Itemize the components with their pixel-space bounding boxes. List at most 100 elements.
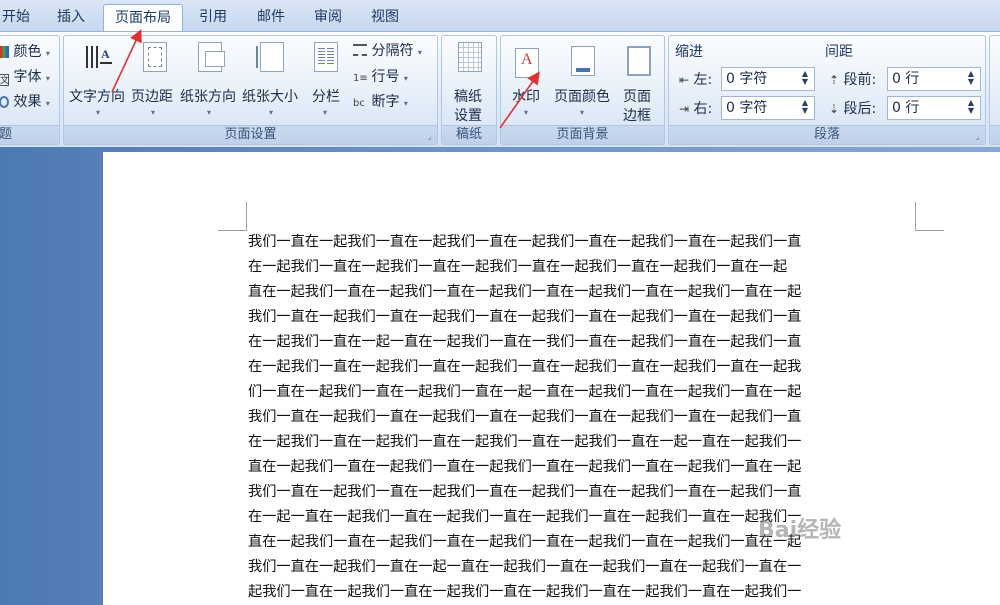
size-label: 纸张大小 — [242, 89, 298, 105]
document-line[interactable]: 直在一起我们一直在一起我们一直在一起我们一直在一起我们一直在一起我们一直在一起 — [248, 280, 918, 305]
chevron-down-icon: ▾ — [580, 108, 585, 117]
chevron-down-icon: ▾ — [403, 99, 408, 108]
spacing-before-icon: ⇡ — [829, 73, 840, 87]
spacing-after: ⇣ 段后: — [829, 98, 876, 118]
tab-home[interactable]: 开始 — [0, 4, 34, 32]
spacing-after-input[interactable]: 0 行 ▲ ▼ — [887, 96, 981, 120]
indent-right-label: 右: — [693, 101, 713, 117]
indent-left-label: 左: — [693, 72, 713, 88]
document-line[interactable]: 我们一直在一起我们一直在一起我们一直在一起我们一直在一起我们一直在一起我们一直 — [248, 480, 918, 505]
chevron-down-icon: ▾ — [45, 49, 50, 58]
indent-left-value: 0 字符 — [726, 71, 768, 87]
dialog-launcher-icon[interactable]: ⌟ — [973, 132, 982, 141]
group-label-paragraph: 段落 — [669, 125, 985, 144]
text-direction-button[interactable]: A 文字方向 ▾ — [67, 40, 129, 122]
page-borders-button[interactable]: 页面 边框 — [619, 40, 659, 124]
orientation-button[interactable]: 纸张方向 ▾ — [180, 40, 240, 122]
spinner-arrows-icon[interactable]: ▲ ▼ — [802, 99, 808, 115]
group-label-themes: 题 — [0, 125, 59, 144]
chevron-down-icon: ▾ — [269, 108, 274, 117]
document-line[interactable]: 在一起我们一直在一起一直在一起我们一直在一我们一直在一起我们一直在一起我们一直 — [248, 330, 918, 355]
word-window: 开始 插入 页面布局 引用 邮件 审阅 视图 颜色 ▾ 文 字体 ▾ 效果 ▾ — [0, 0, 1000, 605]
spacing-after-label: 段后: — [843, 101, 877, 117]
margins-button[interactable]: 页边距 ▾ — [131, 40, 177, 122]
watermark-icon: A — [515, 48, 539, 78]
page-borders-line1: 页面 — [623, 89, 651, 105]
page-border-icon — [627, 46, 651, 76]
group-draft-paper: 稿纸 设置 稿纸 — [441, 35, 497, 145]
indent-right-input[interactable]: 0 字符 ▲ ▼ — [721, 96, 815, 120]
document-line[interactable]: 在一起我们一直在一起我们一直在一起我们一直在一起我们一直在一起我们一直在一起 — [248, 255, 918, 280]
indent-right: ⇥ 右: — [679, 98, 712, 118]
document-line[interactable]: 我们一直在一起我们一直在一起我们一直在一起我们一直在一起我们一直在一起我们一直 — [248, 305, 918, 330]
tab-mailings[interactable]: 邮件 — [248, 4, 294, 32]
crop-mark-top-right — [915, 202, 944, 231]
page-borders-line2: 边框 — [623, 108, 651, 124]
hyphenation-button[interactable]: bc 断字 ▾ — [353, 91, 408, 111]
theme-fonts-label: 字体 — [13, 69, 42, 85]
spacing-after-icon: ⇣ — [829, 102, 840, 116]
font-icon: 文 — [0, 74, 10, 86]
document-page[interactable]: 我们一直在一起我们一直在一起我们一直在一起我们一直在一起我们一直在一起我们一直在… — [103, 152, 1000, 605]
paper-size-icon — [256, 42, 284, 72]
tab-review[interactable]: 审阅 — [305, 4, 351, 32]
spacing-after-value: 0 行 — [892, 100, 920, 116]
tab-insert[interactable]: 插入 — [48, 4, 94, 32]
document-line[interactable]: 我们一直在一起我们一直在一起我们一直在一起我们一直在一起我们一直在一起我们一直 — [248, 405, 918, 430]
breaks-icon — [353, 44, 367, 56]
chevron-down-icon: ▾ — [417, 48, 422, 57]
spacing-before-input[interactable]: 0 行 ▲ ▼ — [887, 67, 981, 91]
draft-paper-line1: 稿纸 — [454, 89, 482, 105]
draft-paper-settings-button[interactable]: 稿纸 设置 — [444, 40, 496, 124]
spinner-arrows-icon[interactable]: ▲ ▼ — [802, 70, 808, 86]
group-paragraph: 缩进 ⇤ 左: 0 字符 ▲▼ ⇥ 右: 0 字符 ▲▼ 间距 ⇡ 段前: — [668, 35, 986, 145]
tab-page-layout[interactable]: 页面布局 — [103, 4, 183, 32]
document-line[interactable]: 们一直在一起我们一直在一起我们一直在一起一直在一起我们一直在一起我们一直在一起 — [248, 380, 918, 405]
svg-text:A: A — [101, 47, 110, 61]
watermark-button[interactable]: A 水印 ▾ — [507, 40, 547, 122]
breaks-label: 分隔符 — [371, 43, 414, 59]
chevron-down-icon: ▾ — [403, 74, 408, 83]
page-color-button[interactable]: 页面颜色 ▾ — [551, 40, 615, 122]
dialog-launcher-icon[interactable]: ⌟ — [425, 132, 434, 141]
group-page-setup: A 文字方向 ▾ 页边距 ▾ 纸张方向 ▾ 纸张大小 ▾ 分栏 ▾ 分隔符 ▾ … — [63, 35, 438, 145]
chevron-down-icon: ▾ — [524, 108, 529, 117]
chevron-down-icon: ▾ — [96, 108, 101, 117]
indent-left-input[interactable]: 0 字符 ▲ ▼ — [721, 67, 815, 91]
tab-view[interactable]: 视图 — [362, 4, 408, 32]
margins-label: 页边距 — [131, 89, 173, 105]
page-color-label: 页面颜色 — [554, 89, 610, 105]
document-line[interactable]: 我们一直在一起我们一直在一起我们一直在一起我们一直在一起我们一直在一起我们一直 — [248, 230, 918, 255]
group-label-draft-paper: 稿纸 — [442, 125, 496, 144]
orientation-icon — [198, 42, 225, 72]
chevron-down-icon: ▾ — [45, 99, 50, 108]
columns-label: 分栏 — [312, 89, 340, 105]
text-direction-label: 文字方向 — [69, 89, 125, 105]
spinner-arrows-icon[interactable]: ▲ ▼ — [968, 70, 974, 86]
theme-fonts-button[interactable]: 文 字体 ▾ — [0, 66, 50, 86]
columns-button[interactable]: 分栏 ▾ — [308, 40, 344, 122]
document-line[interactable]: 在一起我们一直在一起我们一直在一起我们一直在一起我们一直在一起一直在一起我们一 — [248, 430, 918, 455]
paint-bucket-icon — [571, 46, 595, 76]
chevron-down-icon: ▾ — [323, 108, 328, 117]
columns-icon — [314, 42, 338, 72]
document-line[interactable]: 起我们一直在一起我们一直在一起我们一直在一起我们一直在一起我们一直在一起我们一 — [248, 580, 918, 605]
theme-effects-button[interactable]: 效果 ▾ — [0, 91, 50, 111]
document-text[interactable]: 我们一直在一起我们一直在一起我们一直在一起我们一直在一起我们一直在一起我们一直在… — [248, 230, 918, 605]
indent-right-icon: ⇥ — [679, 102, 690, 116]
spacing-before-value: 0 行 — [892, 71, 920, 87]
theme-colors-button[interactable]: 颜色 ▾ — [0, 41, 50, 61]
tab-references[interactable]: 引用 — [190, 4, 236, 32]
size-button[interactable]: 纸张大小 ▾ — [242, 40, 302, 122]
document-line[interactable]: 我们一直在一起我们一直在一起一直在一起我们一直在一起我们一直在一起我们一直在一 — [248, 555, 918, 580]
document-line[interactable]: 直在一起我们一直在一起我们一直在一起我们一直在一起我们一直在一起我们一直在一起 — [248, 455, 918, 480]
line-numbers-button[interactable]: 1≡ 行号 ▾ — [353, 66, 408, 86]
crop-mark-top-left — [218, 202, 247, 231]
line-numbers-icon: 1≡ — [353, 73, 368, 84]
indent-right-value: 0 字符 — [726, 100, 768, 116]
spinner-arrows-icon[interactable]: ▲ ▼ — [968, 99, 974, 115]
text-direction-icon: A — [86, 46, 112, 68]
document-line[interactable]: 在一起我们一直在一起我们一直在一起我们一直在一起我们一直在一起我们一直在一起我 — [248, 355, 918, 380]
indent-left-icon: ⇤ — [679, 73, 690, 87]
breaks-button[interactable]: 分隔符 ▾ — [353, 40, 422, 60]
